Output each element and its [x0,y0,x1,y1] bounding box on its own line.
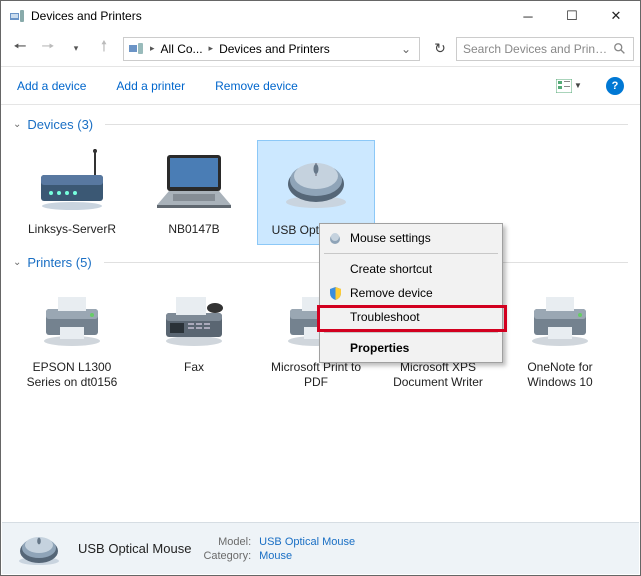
menu-troubleshoot[interactable]: Troubleshoot [322,305,500,329]
remove-device-button[interactable]: Remove device [215,79,298,93]
view-options-button[interactable]: ▼ [556,78,576,94]
menu-separator [324,253,498,254]
up-button[interactable]: 🠕 [91,36,117,62]
printer-fax[interactable]: Fax [135,278,253,396]
command-bar: Add a device Add a printer Remove device… [1,67,640,105]
maximize-button[interactable]: ☐ [550,2,594,30]
shield-icon [327,285,343,301]
device-laptop[interactable]: NB0147B [135,140,253,245]
navbar: 🠔 🠖 ▾ 🠕 ▸ All Co...▸ Devices and Printer… [1,31,640,67]
add-device-button[interactable]: Add a device [17,79,86,93]
collapse-icon: ⌄ [13,119,21,130]
add-printer-button[interactable]: Add a printer [116,79,185,93]
search-placeholder: Search Devices and Printers [463,42,609,56]
collapse-icon: ⌄ [13,257,21,268]
close-button[interactable]: ✕ [594,2,638,30]
mouse-icon [327,230,343,246]
device-linksys[interactable]: Linksys-ServerR [13,140,131,245]
devices-header[interactable]: ⌄ Devices (3) [13,117,628,132]
printer-icon [524,291,596,349]
printer-epson[interactable]: EPSON L1300 Series on dt0156 [13,278,131,396]
titlebar: Devices and Printers ─ ☐ ✕ [1,1,640,31]
minimize-button[interactable]: ─ [506,2,550,30]
devices-label: Devices (3) [27,117,93,132]
router-icon [33,149,111,215]
devices-icon [9,8,25,24]
details-thumb [12,529,66,569]
printers-label: Printers (5) [27,255,91,270]
breadcrumb-current[interactable]: Devices and Printers [217,42,332,56]
menu-properties[interactable]: Properties [322,336,500,360]
context-menu: Mouse settings Create shortcut Remove de… [319,223,503,363]
menu-mouse-settings[interactable]: Mouse settings [322,226,500,250]
address-bar[interactable]: ▸ All Co...▸ Devices and Printers ⌄ [123,37,420,61]
breadcrumb-root[interactable]: ▸ [146,43,157,54]
mouse-icon [14,531,64,567]
details-meta: Model: USB Optical Mouse Category: Mouse [203,536,355,562]
printer-icon [36,291,108,349]
recent-dropdown[interactable]: ▾ [63,36,89,62]
address-dropdown[interactable]: ⌄ [397,42,415,56]
menu-separator [324,332,498,333]
fax-icon [158,291,230,349]
back-button[interactable]: 🠔 [7,36,33,62]
location-icon [128,41,144,57]
details-title: USB Optical Mouse [78,541,191,556]
mouse-icon [277,154,355,212]
window-title: Devices and Printers [31,9,506,23]
refresh-button[interactable]: ↻ [426,37,454,61]
printer-onenote[interactable]: OneNote for Windows 10 [501,278,619,396]
search-icon [613,42,627,56]
laptop-icon [153,151,235,213]
help-button[interactable]: ? [606,77,624,95]
menu-create-shortcut[interactable]: Create shortcut [322,257,500,281]
breadcrumb-allcp[interactable]: All Co...▸ [159,42,216,56]
menu-remove-device[interactable]: Remove device [322,281,500,305]
forward-button[interactable]: 🠖 [35,36,61,62]
details-pane: USB Optical Mouse Model: USB Optical Mou… [2,522,639,574]
search-input[interactable]: Search Devices and Printers [456,37,634,61]
